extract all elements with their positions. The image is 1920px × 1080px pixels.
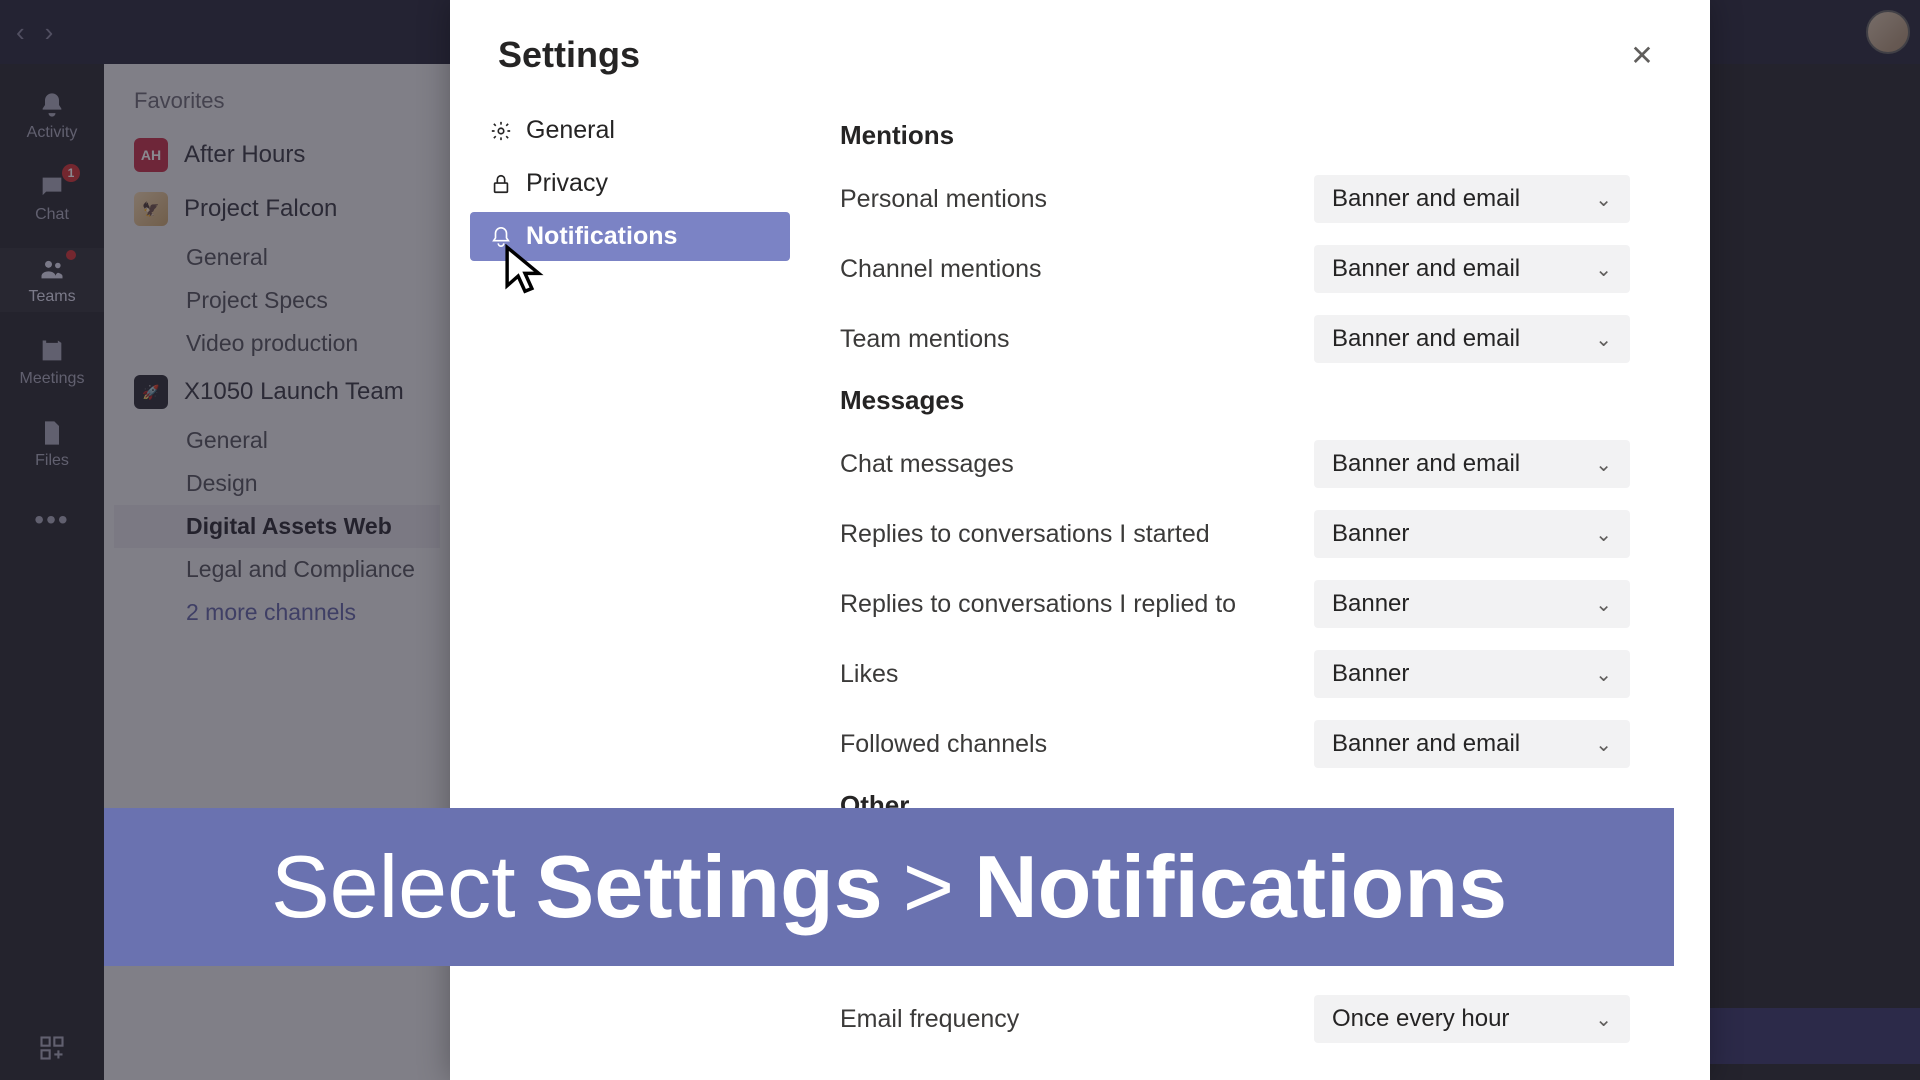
- dropdown-personal-mentions[interactable]: Banner and email⌄: [1314, 175, 1630, 223]
- dropdown-replies-started[interactable]: Banner⌄: [1314, 510, 1630, 558]
- chevron-down-icon: ⌄: [1595, 257, 1612, 282]
- section-mentions: Mentions: [840, 120, 1630, 151]
- chevron-down-icon: ⌄: [1595, 452, 1612, 477]
- dropdown-email-frequency[interactable]: Once every hour⌄: [1314, 995, 1630, 1043]
- chevron-down-icon: ⌄: [1595, 732, 1612, 757]
- row-personal-mentions: Personal mentions Banner and email⌄: [840, 175, 1630, 223]
- modal-title: Settings: [498, 34, 640, 76]
- row-email-frequency: Email frequency Once every hour⌄: [840, 995, 1630, 1043]
- lock-icon: [490, 173, 512, 195]
- dropdown-channel-mentions[interactable]: Banner and email⌄: [1314, 245, 1630, 293]
- dropdown-followed-channels[interactable]: Banner and email⌄: [1314, 720, 1630, 768]
- dropdown-likes[interactable]: Banner⌄: [1314, 650, 1630, 698]
- dropdown-replies-replied[interactable]: Banner⌄: [1314, 580, 1630, 628]
- gear-icon: [490, 120, 512, 142]
- row-followed-channels: Followed channels Banner and email⌄: [840, 720, 1630, 768]
- chevron-down-icon: ⌄: [1595, 662, 1612, 687]
- nav-notifications[interactable]: Notifications: [470, 212, 790, 261]
- nav-general[interactable]: General: [470, 106, 790, 155]
- row-chat-messages: Chat messages Banner and email⌄: [840, 440, 1630, 488]
- dropdown-chat-messages[interactable]: Banner and email⌄: [1314, 440, 1630, 488]
- section-messages: Messages: [840, 385, 1630, 416]
- bell-icon: [490, 226, 512, 248]
- close-icon[interactable]: ✕: [1622, 35, 1662, 75]
- nav-privacy[interactable]: Privacy: [470, 159, 790, 208]
- chevron-down-icon: ⌄: [1595, 327, 1612, 352]
- row-replies-started: Replies to conversations I started Banne…: [840, 510, 1630, 558]
- dropdown-team-mentions[interactable]: Banner and email⌄: [1314, 315, 1630, 363]
- chevron-down-icon: ⌄: [1595, 187, 1612, 212]
- row-likes: Likes Banner⌄: [840, 650, 1630, 698]
- row-channel-mentions: Channel mentions Banner and email⌄: [840, 245, 1630, 293]
- chevron-down-icon: ⌄: [1595, 592, 1612, 617]
- row-replies-replied: Replies to conversations I replied to Ba…: [840, 580, 1630, 628]
- row-team-mentions: Team mentions Banner and email⌄: [840, 315, 1630, 363]
- instruction-banner: Select Settings > Notifications: [104, 808, 1674, 966]
- chevron-down-icon: ⌄: [1595, 1007, 1612, 1032]
- chevron-down-icon: ⌄: [1595, 522, 1612, 547]
